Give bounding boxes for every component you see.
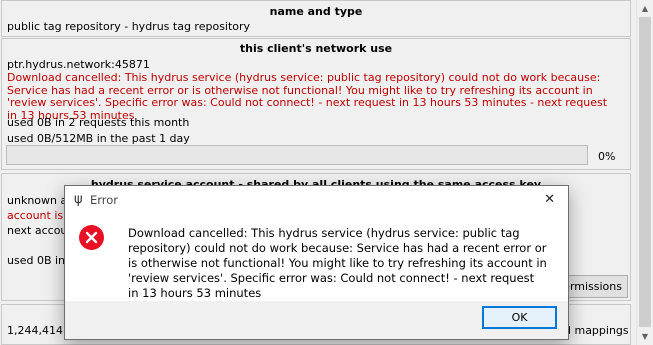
name-and-type-panel: name and type public tag repository - hy… bbox=[1, 0, 631, 37]
dialog-message: Download cancelled: This hydrus service … bbox=[128, 226, 547, 300]
service-type-text: public tag repository - hydrus tag repos… bbox=[7, 20, 251, 33]
network-error-text: Download cancelled: This hydrus service … bbox=[7, 71, 608, 122]
network-address: ptr.hydrus.network:45871 bbox=[7, 58, 150, 71]
dialog-footer: OK bbox=[65, 301, 568, 339]
dialog-body: Download cancelled: This hydrus service … bbox=[65, 214, 568, 301]
mappings-right-text: d mappings bbox=[564, 324, 629, 337]
error-icon bbox=[79, 225, 104, 250]
usage-day-text: used 0B/512MB in the past 1 day bbox=[7, 132, 190, 145]
panel-title: this client's network use bbox=[239, 42, 393, 55]
usage-month-text: used 0B in 2 requests this month bbox=[7, 116, 190, 129]
ok-button[interactable]: OK bbox=[482, 306, 557, 329]
bandwidth-progress-bar bbox=[6, 145, 588, 165]
progress-label: 0% bbox=[598, 150, 616, 163]
dialog-titlebar[interactable]: ψ Error ✕ bbox=[65, 186, 568, 214]
ok-label: OK bbox=[511, 311, 528, 324]
scroll-up-arrow-icon[interactable]: ▲ bbox=[637, 0, 653, 17]
error-dialog: ψ Error ✕ Download cancelled: This hydru… bbox=[64, 185, 569, 340]
app-icon: ψ bbox=[74, 192, 83, 207]
dialog-title: Error bbox=[90, 193, 119, 207]
scroll-thumb[interactable] bbox=[639, 17, 651, 327]
panel-title: name and type bbox=[269, 5, 363, 18]
scroll-down-arrow-icon[interactable]: ▼ bbox=[637, 328, 653, 345]
vertical-scrollbar[interactable]: ▲ ▼ bbox=[636, 0, 653, 345]
close-icon[interactable]: ✕ bbox=[544, 192, 555, 207]
